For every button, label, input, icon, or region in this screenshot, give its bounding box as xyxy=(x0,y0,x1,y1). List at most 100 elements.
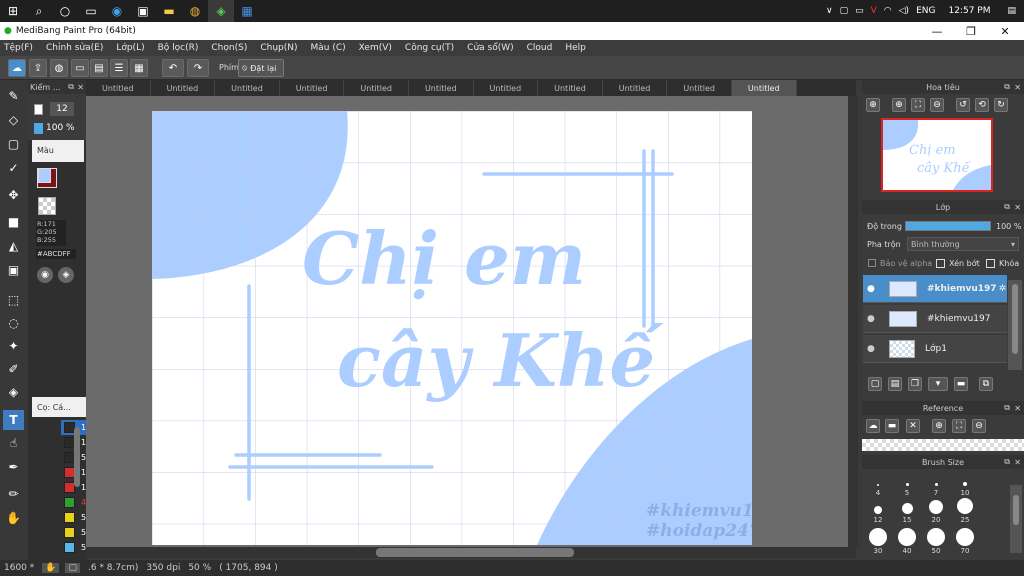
close-reference-icon[interactable]: ✕ xyxy=(906,419,920,433)
store-icon[interactable]: ▣ xyxy=(130,0,156,22)
menu-help[interactable]: Help xyxy=(565,43,586,53)
chat-icon[interactable]: ▭ xyxy=(71,59,89,77)
menu-filter[interactable]: Bộ lọc(R) xyxy=(158,43,199,53)
edge-icon[interactable]: ◉ xyxy=(104,0,130,22)
menu-file[interactable]: Tệp(F) xyxy=(4,43,33,53)
horizontal-scroll-thumb[interactable] xyxy=(376,548,574,557)
transparent-color-swatch[interactable] xyxy=(38,197,56,215)
text-tool-icon[interactable]: T xyxy=(3,410,24,430)
network-icon[interactable]: ▢ xyxy=(840,6,849,16)
tab-untitled[interactable]: Untitled xyxy=(86,80,151,96)
zoom-out-icon[interactable]: ⊖ xyxy=(972,419,986,433)
duplicate-layer-icon[interactable]: ❐ xyxy=(908,377,922,391)
rect-select-icon[interactable]: ⬚ xyxy=(3,290,24,310)
brush-size-scrollbar[interactable] xyxy=(1010,485,1022,553)
status-page-icon[interactable]: ▢ xyxy=(65,563,80,573)
minimize-button[interactable]: — xyxy=(920,22,954,40)
layer-row[interactable]: ● Lớp1 xyxy=(863,335,1007,363)
brush-size-scroll-thumb[interactable] xyxy=(1013,495,1019,525)
popout-icon[interactable]: ⧉ xyxy=(1004,403,1010,413)
brush-size-option[interactable]: 30 xyxy=(864,527,892,555)
bucket-tool-icon[interactable]: ◭ xyxy=(3,236,24,256)
windows-start-icon[interactable]: ⊞ xyxy=(0,0,26,22)
tab-untitled[interactable]: Untitled xyxy=(151,80,216,96)
brush-size-option[interactable]: 25 xyxy=(951,496,979,524)
brush-opacity[interactable]: 100 % xyxy=(46,123,75,133)
folder-icon[interactable]: ▬ xyxy=(954,377,968,391)
eye-icon[interactable]: ● xyxy=(867,344,875,354)
file-explorer-icon[interactable]: ▬ xyxy=(156,0,182,22)
document-icon[interactable]: ▤ xyxy=(90,59,108,77)
operation-tool-icon[interactable]: ☝ xyxy=(3,433,24,453)
layer-row-selected[interactable]: ● #khiemvu197 ✲ xyxy=(863,275,1007,303)
shape-tool-icon[interactable]: ▢ xyxy=(3,134,24,154)
brush-size-option[interactable]: 70 xyxy=(951,527,979,555)
menu-color[interactable]: Màu (C) xyxy=(311,43,346,53)
blend-mode-select[interactable]: Bình thường ▾ xyxy=(907,237,1019,251)
menu-window[interactable]: Cửa sổ(W) xyxy=(467,43,513,53)
zoom-in-2-icon[interactable]: ⊕ xyxy=(892,98,906,112)
brush-size-option[interactable]: 4 xyxy=(864,469,892,497)
photos-icon[interactable]: ▦ xyxy=(234,0,260,22)
select-eraser-icon[interactable]: ◈ xyxy=(3,382,24,402)
hex-readout[interactable]: #ABCDFF xyxy=(36,249,76,259)
brush-size-option[interactable]: 40 xyxy=(893,527,921,555)
close-icon[interactable]: ✕ xyxy=(1014,203,1021,212)
palette-icon[interactable]: ◉ xyxy=(37,267,53,283)
cloud-icon[interactable]: ☁ xyxy=(866,419,880,433)
select-pen-icon[interactable]: ✐ xyxy=(3,359,24,379)
tab-untitled[interactable]: Untitled xyxy=(344,80,409,96)
menu-edit[interactable]: Chỉnh sửa(E) xyxy=(46,43,103,53)
reset-view-icon[interactable]: ⟲ xyxy=(975,98,989,112)
brush-tool-icon[interactable]: ✎ xyxy=(3,86,24,106)
medibang-taskbar-icon[interactable]: ◈ xyxy=(208,0,234,22)
menu-capture[interactable]: Chụp(N) xyxy=(260,43,297,53)
lock-checkbox[interactable] xyxy=(986,259,995,268)
grid-icon[interactable]: ▦ xyxy=(130,59,148,77)
gear-icon[interactable]: ✲ xyxy=(999,284,1007,294)
dropper-tool-icon[interactable]: ✒ xyxy=(3,457,24,477)
redo-icon[interactable]: ↷ xyxy=(187,59,209,77)
menu-view[interactable]: Xem(V) xyxy=(359,43,392,53)
close-icon[interactable]: ✕ xyxy=(1014,404,1021,413)
tab-untitled[interactable]: Untitled xyxy=(603,80,668,96)
close-icon[interactable]: ✕ xyxy=(1014,83,1021,92)
tab-untitled[interactable]: Untitled xyxy=(538,80,603,96)
zoom-in-icon[interactable]: ⊕ xyxy=(866,98,880,112)
share-icon[interactable]: ⇪ xyxy=(29,59,47,77)
battery-icon[interactable]: ▭ xyxy=(855,6,864,16)
tab-untitled[interactable]: Untitled xyxy=(474,80,539,96)
brush-size-option[interactable]: 50 xyxy=(922,527,950,555)
layer-opacity-slider[interactable] xyxy=(905,221,991,231)
popout-icon[interactable]: ⧉ xyxy=(1004,457,1010,467)
eye-icon[interactable]: ● xyxy=(867,284,875,294)
primary-color-swatch[interactable] xyxy=(38,168,51,183)
layer-row[interactable]: ● #khiemvu197 xyxy=(863,305,1007,333)
menu-tools[interactable]: Công cụ(T) xyxy=(405,43,454,53)
fill-shape-icon[interactable]: ■ xyxy=(3,212,24,232)
task-view-icon[interactable]: ▭ xyxy=(78,0,104,22)
layer-scroll-thumb[interactable] xyxy=(1012,284,1018,354)
brush-size-option[interactable]: 12 xyxy=(864,496,892,524)
tab-untitled[interactable]: Untitled xyxy=(280,80,345,96)
open-folder-icon[interactable]: ▬ xyxy=(885,419,899,433)
eraser-tool-icon[interactable]: ◇ xyxy=(3,110,24,130)
rotate-left-icon[interactable]: ↺ xyxy=(956,98,970,112)
menu-select[interactable]: Chọn(S) xyxy=(211,43,247,53)
brush-size-option[interactable]: 10 xyxy=(951,469,979,497)
drawing-canvas[interactable]: Chị em cây Khế #khiemvu197 #hoidap247 xyxy=(152,111,752,545)
comment-icon[interactable]: ◍ xyxy=(50,59,68,77)
list-icon[interactable]: ☰ xyxy=(110,59,128,77)
popout-icon[interactable]: ⧉ xyxy=(1004,202,1010,212)
status-hand-icon[interactable]: ✋ xyxy=(42,563,60,573)
zoom-out-icon[interactable]: ⊖ xyxy=(930,98,944,112)
brush-size-option[interactable]: 5 xyxy=(893,469,921,497)
wifi-icon[interactable]: ◠ xyxy=(884,6,892,16)
tab-untitled[interactable]: Untitled xyxy=(215,80,280,96)
close-button[interactable]: ✕ xyxy=(988,22,1022,40)
chrome-icon[interactable]: ◍ xyxy=(182,0,208,22)
maximize-button[interactable]: ❐ xyxy=(954,22,988,40)
undo-icon[interactable]: ↶ xyxy=(162,59,184,77)
notification-icon[interactable]: ▤ xyxy=(1007,6,1016,16)
protect-alpha-checkbox[interactable] xyxy=(868,259,876,267)
